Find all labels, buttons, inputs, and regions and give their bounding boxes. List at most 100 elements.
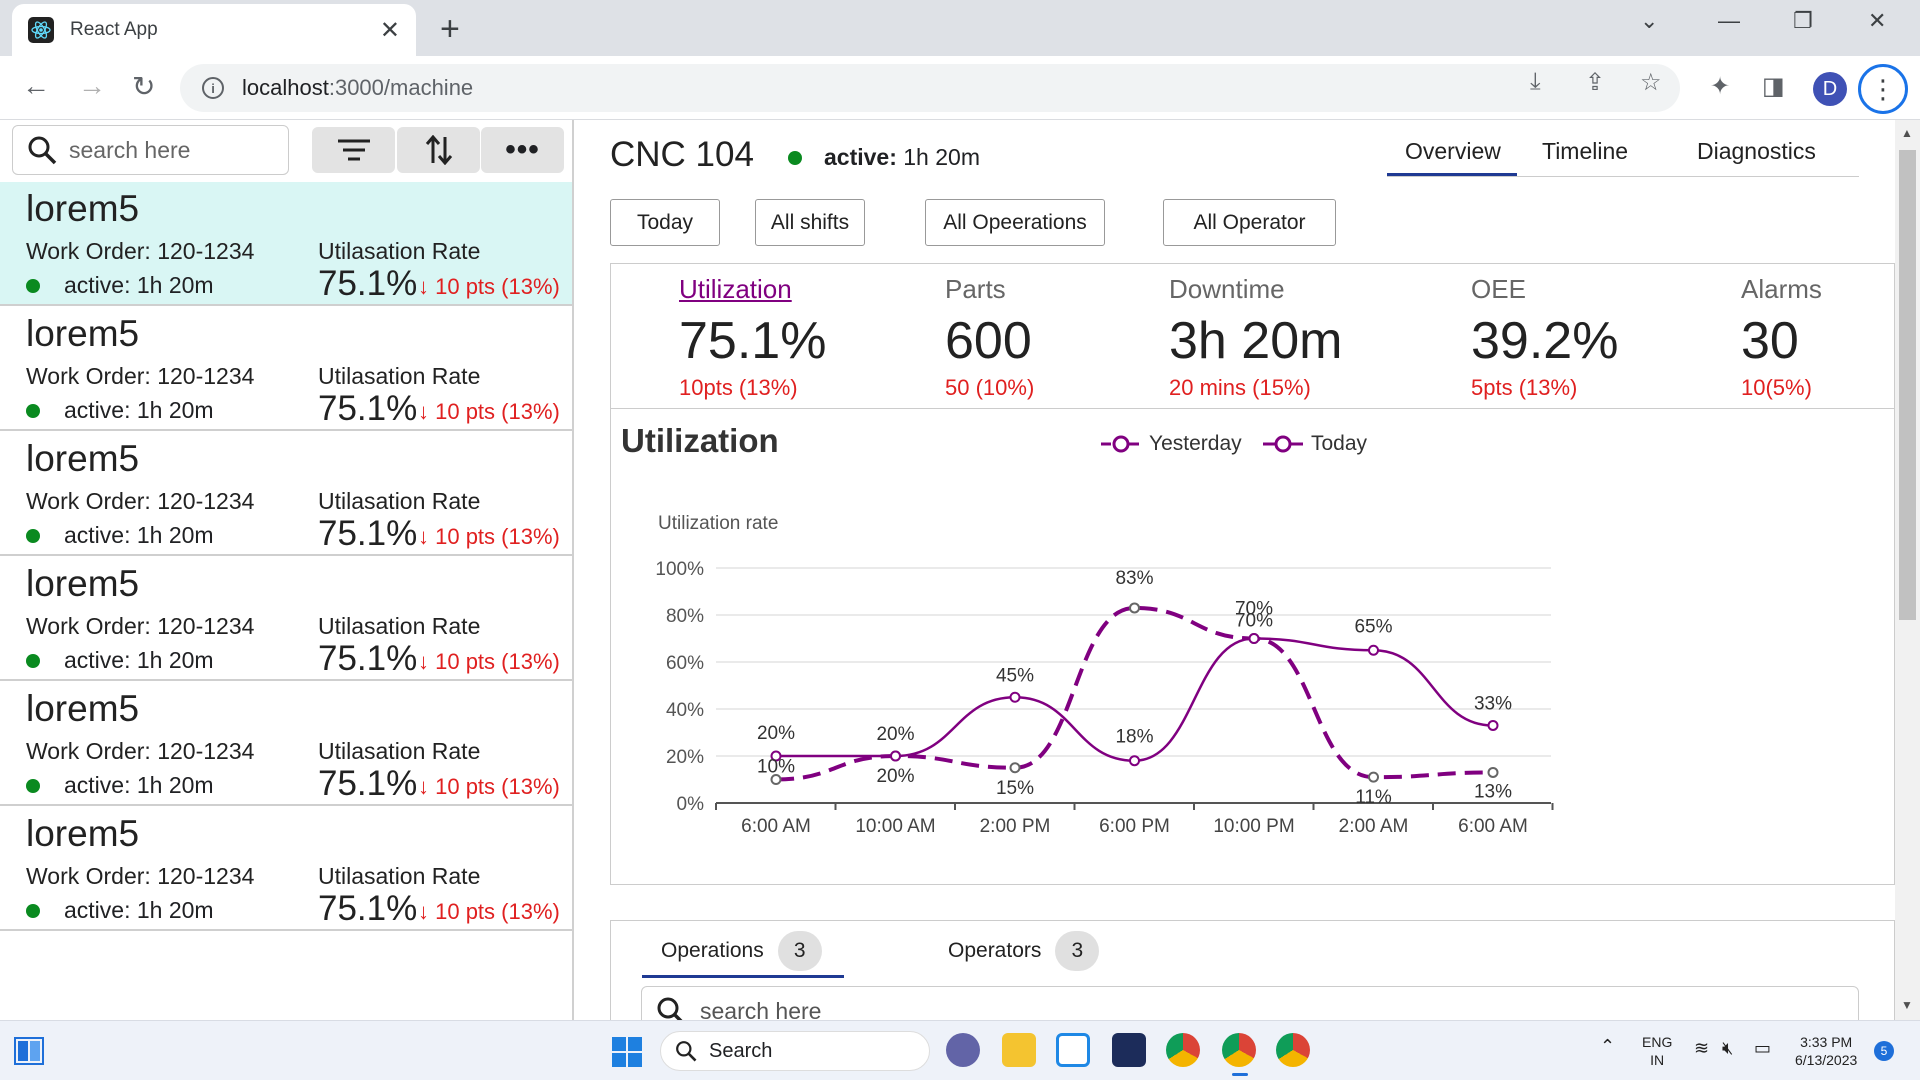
side-panel-icon[interactable]: ◨ — [1762, 72, 1785, 101]
dev-app-icon[interactable] — [1112, 1033, 1146, 1067]
widgets-icon[interactable] — [14, 1037, 44, 1065]
address-bar[interactable]: i localhost:3000/machine — [180, 64, 1680, 112]
data-label: 70% — [1235, 611, 1273, 632]
new-tab-button[interactable]: + — [440, 10, 460, 49]
rate-label: Utilasation Rate — [318, 363, 481, 389]
machine-status: active: 1h 20m — [26, 897, 214, 924]
data-point[interactable] — [1487, 719, 1499, 731]
status-value: 1h 20m — [136, 522, 214, 548]
data-point[interactable] — [1248, 633, 1260, 644]
kpi-utilization[interactable]: Utilization 75.1% 10pts (13%) — [679, 274, 826, 401]
speaker-muted-icon[interactable]: 🔇︎ — [1722, 1039, 1733, 1057]
teams-chat-icon[interactable] — [946, 1033, 980, 1067]
data-point[interactable] — [1129, 755, 1140, 767]
back-icon[interactable]: ← — [22, 70, 50, 102]
tab-timeline[interactable]: Timeline — [1542, 138, 1628, 165]
tab-search-icon[interactable]: ⌄ — [1640, 8, 1658, 34]
divider — [611, 408, 1894, 409]
status-value: 1h 20m — [136, 647, 214, 673]
windows-start-icon[interactable] — [612, 1037, 642, 1067]
machine-search[interactable] — [12, 125, 289, 175]
install-icon[interactable]: ⤓ — [1530, 68, 1541, 96]
chrome-active-icon[interactable] — [1222, 1033, 1256, 1067]
data-point[interactable] — [1009, 762, 1021, 774]
data-point[interactable] — [1487, 766, 1499, 778]
notification-badge[interactable]: 5 — [1874, 1041, 1894, 1061]
machine-name: lorem5 — [26, 188, 140, 229]
machine-title: CNC 104 — [610, 135, 754, 174]
legend-dashed-marker-icon — [1101, 435, 1141, 453]
rate-value: 75.1% — [318, 889, 418, 928]
page-scrollbar[interactable]: ▲ ▼ — [1895, 120, 1920, 1020]
machine-list-item[interactable]: lorem5 Work Order: 120-1234 active: 1h 20m… — [0, 682, 572, 806]
data-point[interactable] — [1368, 644, 1379, 656]
file-explorer-icon[interactable] — [1002, 1033, 1036, 1067]
browser-tab[interactable]: React App ✕ — [12, 4, 416, 56]
data-point[interactable] — [1129, 602, 1140, 614]
tab-overview[interactable]: Overview — [1405, 138, 1501, 165]
bookmark-star-icon[interactable]: ☆ — [1640, 68, 1662, 97]
scroll-down-icon[interactable]: ▼ — [1901, 998, 1913, 1012]
sort-button[interactable] — [397, 127, 480, 173]
site-info-icon[interactable]: i — [202, 77, 224, 99]
work-order: Work Order: 120-1234 — [26, 363, 254, 390]
data-label: 20% — [876, 724, 914, 745]
rate-delta: ↓ 10 pts (13%) — [418, 399, 560, 424]
rate-value: 75.1% — [318, 264, 418, 303]
extensions-icon[interactable]: ✦ — [1710, 72, 1730, 101]
operation-filter-button[interactable]: All Opeerations — [925, 199, 1105, 246]
kpi-downtime[interactable]: Downtime 3h 20m 20 mins (15%) — [1169, 274, 1342, 401]
work-order: Work Order: 120-1234 — [26, 738, 254, 765]
kpi-parts[interactable]: Parts 600 50 (10%) — [945, 274, 1034, 401]
filter-button[interactable] — [312, 127, 395, 173]
chrome-icon[interactable] — [1166, 1033, 1200, 1067]
date-filter-button[interactable]: Today — [610, 199, 720, 246]
machine-list-item[interactable]: lorem5 Work Order: 120-1234 active: 1h 20m… — [0, 557, 572, 681]
language-indicator[interactable]: ENG IN — [1642, 1033, 1672, 1069]
tab-diagnostics[interactable]: Diagnostics — [1697, 138, 1816, 165]
scrollbar-thumb[interactable] — [1899, 150, 1916, 620]
tab-operators[interactable]: Operators 3 — [948, 931, 1100, 971]
taskbar-search[interactable]: Search — [660, 1031, 930, 1071]
kpi-value: 600 — [945, 312, 1032, 370]
machine-list-item[interactable]: lorem5 Work Order: 120-1234 active: 1h 20m… — [0, 432, 572, 556]
chrome-profile-icon[interactable] — [1276, 1033, 1310, 1067]
x-tick-label: 6:00 PM — [1099, 816, 1170, 837]
data-point[interactable] — [1009, 691, 1021, 703]
battery-icon[interactable]: ▭ — [1754, 1039, 1771, 1057]
data-label: 20% — [876, 766, 914, 787]
shift-filter-button[interactable]: All shifts — [755, 199, 865, 246]
machine-search-input[interactable] — [69, 136, 279, 164]
data-point[interactable] — [1368, 771, 1379, 783]
machine-list-item[interactable]: lorem5 Work Order: 120-1234 active: 1h 20m… — [0, 182, 572, 306]
rate-value: 75.1% — [318, 764, 418, 803]
restore-icon[interactable]: ❐ — [1793, 8, 1813, 34]
kpi-oee[interactable]: OEE 39.2% 5pts (13%) — [1471, 274, 1618, 401]
kpi-alarms[interactable]: Alarms 30 10(5%) — [1741, 274, 1822, 401]
share-icon[interactable]: ⇪ — [1585, 68, 1605, 97]
wifi-icon[interactable]: ≋ — [1694, 1039, 1709, 1057]
scroll-up-icon[interactable]: ▲ — [1901, 126, 1913, 140]
machine-list-item[interactable]: lorem5 Work Order: 120-1234 active: 1h 20m… — [0, 807, 572, 931]
work-order-label: Work Order: — [26, 863, 151, 889]
operator-filter-button[interactable]: All Operator — [1163, 199, 1336, 246]
close-window-icon[interactable]: ✕ — [1868, 8, 1886, 34]
tab-operations[interactable]: Operations 3 — [661, 931, 822, 971]
more-options-button[interactable]: ••• — [481, 127, 564, 173]
vscode-icon[interactable] — [1056, 1033, 1090, 1067]
forward-icon[interactable]: → — [78, 70, 106, 102]
profile-avatar[interactable]: D — [1813, 72, 1847, 106]
legend-yesterday[interactable]: Yesterday — [1101, 432, 1242, 456]
kpi-label[interactable]: Utilization — [679, 274, 826, 305]
data-point[interactable] — [890, 750, 901, 762]
tray-overflow-icon[interactable]: ⌃ — [1600, 1037, 1615, 1055]
close-tab-icon[interactable]: ✕ — [380, 16, 400, 45]
clock[interactable]: 3:33 PM 6/13/2023 — [1795, 1033, 1857, 1069]
legend-today[interactable]: Today — [1263, 432, 1367, 456]
minimize-icon[interactable]: — — [1718, 8, 1740, 34]
rate-value: 75.1% — [318, 389, 418, 428]
browser-menu-icon[interactable]: ⋮ — [1858, 64, 1908, 114]
machine-list-item[interactable]: lorem5 Work Order: 120-1234 active: 1h 20m… — [0, 307, 572, 431]
reload-icon[interactable]: ↻ — [132, 70, 155, 103]
legend-label: Today — [1311, 432, 1368, 455]
